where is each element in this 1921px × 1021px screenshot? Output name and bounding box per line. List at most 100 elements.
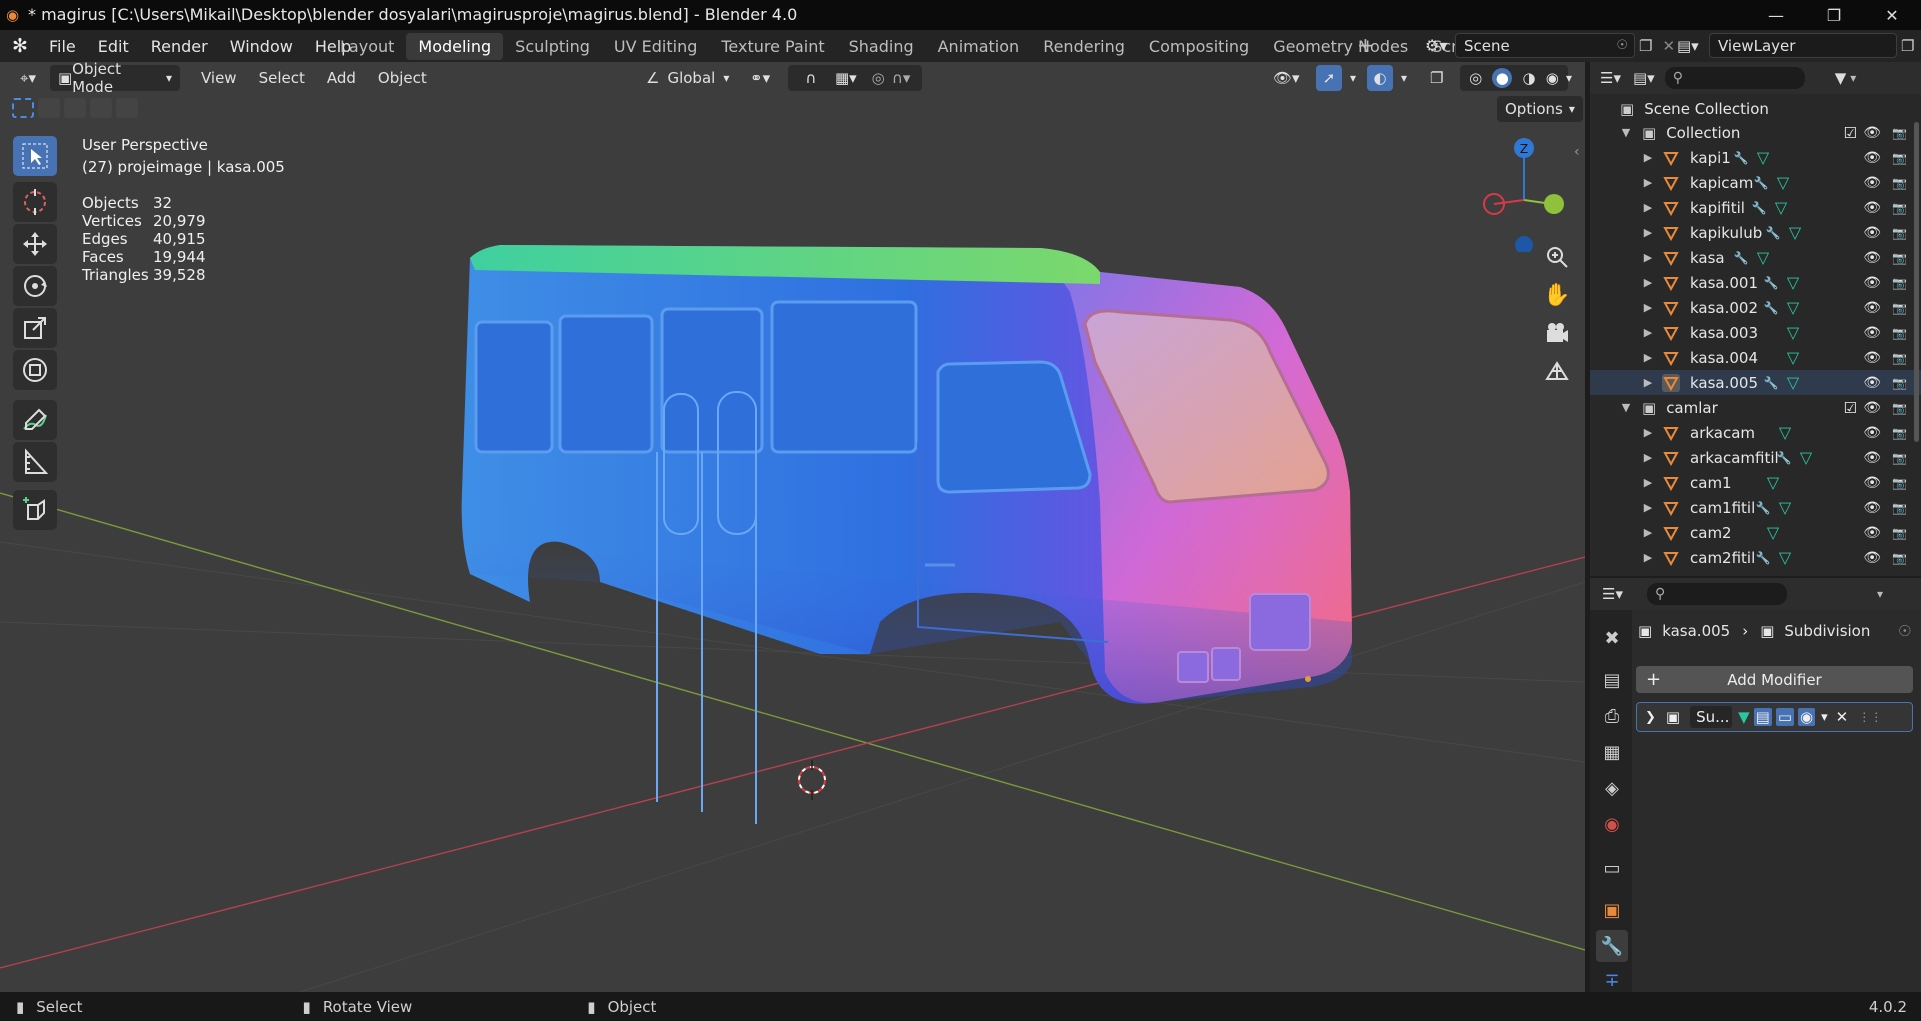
- mode-label[interactable]: Object Mode: [72, 60, 166, 96]
- mesh-data-icon[interactable]: ▽: [1774, 548, 1796, 567]
- tab-modeling[interactable]: Modeling: [406, 32, 504, 60]
- visibility-eye-icon[interactable]: 👁: [1863, 400, 1881, 416]
- restore-icon[interactable]: ❐: [1805, 0, 1863, 30]
- visibility-eye-icon[interactable]: 👁: [1863, 250, 1881, 266]
- outliner-object-row[interactable]: ▶ kasa.004 ▽ 👁 📷: [1590, 345, 1921, 370]
- tab-animation[interactable]: Animation: [926, 33, 1032, 60]
- 3d-cursor[interactable]: [798, 760, 826, 800]
- tool-tab-icon[interactable]: ✖: [1596, 622, 1628, 654]
- expand-triangle-icon[interactable]: ▶: [1642, 176, 1654, 189]
- visibility-eye-icon[interactable]: 👁: [1863, 125, 1881, 141]
- menu-file[interactable]: File: [38, 30, 87, 62]
- outliner-object-row[interactable]: ▶ kapicam 🔧 ▽ 👁 📷: [1590, 170, 1921, 195]
- shading-options-icon[interactable]: ▾: [1558, 65, 1580, 91]
- outliner-object-row[interactable]: ▶ kasa.002 🔧 ▽ 👁 📷: [1590, 295, 1921, 320]
- expand-triangle-icon[interactable]: ▶: [1642, 476, 1654, 489]
- expand-triangle-icon[interactable]: ▶: [1642, 226, 1654, 239]
- options-label[interactable]: Options: [1505, 100, 1563, 118]
- properties-search-input[interactable]: ⚲: [1646, 583, 1787, 605]
- proportional-editing-group[interactable]: ◎ ∩▾: [860, 65, 922, 91]
- visibility-eye-icon[interactable]: 👁: [1863, 300, 1881, 316]
- select-box-tool[interactable]: [13, 136, 57, 176]
- outliner-object-row[interactable]: ▶ kapifitil 🔧 ▽ 👁 📷: [1590, 195, 1921, 220]
- subdivision-modifier-panel[interactable]: ❯ ▣ Su... ▼ ▤ ▭ ◉ ▾ ✕ ⋮⋮: [1636, 702, 1913, 732]
- minimize-icon[interactable]: —: [1747, 0, 1805, 30]
- expand-triangle-icon[interactable]: ▶: [1642, 301, 1654, 314]
- tab-shading[interactable]: Shading: [837, 33, 926, 60]
- mesh-data-icon[interactable]: ▽: [1772, 173, 1794, 192]
- render-tab-icon[interactable]: ▤: [1596, 664, 1628, 696]
- view-layer-name[interactable]: ViewLayer: [1718, 37, 1795, 55]
- expand-triangle-icon[interactable]: ▶: [1642, 501, 1654, 514]
- wrench-icon[interactable]: 🔧: [1752, 551, 1774, 565]
- wrench-icon[interactable]: 🔧: [1730, 251, 1752, 265]
- render-camera-icon[interactable]: 📷: [1892, 276, 1907, 290]
- cursor-tool[interactable]: [13, 182, 57, 222]
- visibility-eye-icon[interactable]: 👁: [1863, 450, 1881, 466]
- render-camera-icon[interactable]: 📷: [1892, 476, 1907, 490]
- mode-dropdown[interactable]: ▣ Object Mode ▾: [49, 60, 180, 96]
- expand-triangle-icon[interactable]: ▶: [1642, 251, 1654, 264]
- visibility-eye-icon[interactable]: 👁: [1863, 375, 1881, 391]
- visibility-eye-icon[interactable]: 👁: [1863, 325, 1881, 341]
- render-camera-icon[interactable]: 📷: [1892, 401, 1907, 415]
- render-camera-icon[interactable]: 📷: [1892, 201, 1907, 215]
- visibility-eye-icon[interactable]: 👁: [1863, 525, 1881, 541]
- chevron-down-icon[interactable]: ▾: [1342, 65, 1364, 91]
- scale-tool[interactable]: [13, 308, 57, 348]
- visibility-dropdown-icon[interactable]: 👁▾: [1265, 65, 1308, 91]
- outliner-object-row[interactable]: ▶ kapi1 🔧 ▽ 👁 📷: [1590, 145, 1921, 170]
- outliner-collection-row[interactable]: ▼ ▣ Collection ☑ 👁 📷: [1590, 120, 1921, 145]
- render-toggle-icon[interactable]: ◉: [1798, 708, 1816, 726]
- outliner-editor-icon[interactable]: ☰▾: [1600, 69, 1621, 87]
- add-workspace-icon[interactable]: +: [1357, 33, 1374, 57]
- new-scene-icon[interactable]: ❐: [1639, 37, 1652, 55]
- pin-icon[interactable]: ☉: [1616, 38, 1628, 53]
- mesh-data-icon[interactable]: ▽: [1774, 423, 1796, 442]
- outliner-collection-row[interactable]: ▼ ▣ camlar ☑ 👁 📷: [1590, 395, 1921, 420]
- transform-orientation-dropdown[interactable]: ∠ Global ▾: [638, 65, 737, 91]
- mesh-data-icon[interactable]: ▽: [1782, 348, 1804, 367]
- blender-menu-icon[interactable]: ✻: [12, 35, 38, 57]
- properties-editor-icon[interactable]: ☰▾: [1602, 585, 1623, 603]
- visibility-eye-icon[interactable]: 👁: [1863, 550, 1881, 566]
- render-camera-icon[interactable]: 📷: [1892, 301, 1907, 315]
- menu-render[interactable]: Render: [140, 30, 219, 62]
- add-cube-tool[interactable]: [13, 490, 57, 530]
- modifier-menu-chevron-icon[interactable]: ▾: [1821, 710, 1828, 725]
- select-new-icon[interactable]: [12, 98, 34, 118]
- select-subtract-icon[interactable]: [64, 98, 86, 118]
- bus-model[interactable]: [461, 245, 1353, 824]
- render-camera-icon[interactable]: 📷: [1892, 176, 1907, 190]
- tab-layout[interactable]: Layout: [328, 33, 406, 60]
- mesh-data-icon[interactable]: ▽: [1782, 298, 1804, 317]
- close-icon[interactable]: ✕: [1863, 0, 1921, 30]
- filter-icon[interactable]: ▼: [1835, 69, 1847, 87]
- select-extend-icon[interactable]: [38, 98, 60, 118]
- snap-increment-icon[interactable]: ▦▾: [835, 69, 857, 87]
- outliner-object-row[interactable]: ▶ cam2 ▽ 👁 📷: [1590, 520, 1921, 545]
- rendered-shading-icon[interactable]: ◉: [1546, 69, 1559, 87]
- tab-geometry-nodes[interactable]: Geometry Nodes: [1261, 33, 1420, 60]
- scene-name[interactable]: Scene: [1464, 37, 1510, 55]
- wrench-icon[interactable]: 🔧: [1760, 301, 1782, 315]
- mesh-data-icon[interactable]: ▽: [1782, 373, 1804, 392]
- chevron-down-icon[interactable]: ▾: [1877, 587, 1883, 601]
- pin-icon[interactable]: ☉: [1898, 622, 1911, 640]
- select-invert-icon[interactable]: [90, 98, 112, 118]
- scene-tab-icon[interactable]: ◈: [1596, 772, 1628, 804]
- mesh-data-icon[interactable]: ▽: [1774, 498, 1796, 517]
- visibility-eye-icon[interactable]: 👁: [1863, 500, 1881, 516]
- mesh-data-icon[interactable]: ▽: [1752, 148, 1774, 167]
- drag-handle-icon[interactable]: ⋮⋮: [1858, 710, 1882, 724]
- wrench-icon[interactable]: 🔧: [1760, 276, 1782, 290]
- expand-triangle-icon[interactable]: ▶: [1642, 151, 1654, 164]
- visibility-eye-icon[interactable]: 👁: [1863, 200, 1881, 216]
- remove-scene-icon[interactable]: ✕: [1662, 37, 1675, 55]
- wrench-icon[interactable]: 🔧: [1750, 176, 1772, 190]
- navigation-gizmo[interactable]: Z: [1480, 132, 1570, 252]
- wrench-icon[interactable]: 🔧: [1752, 501, 1774, 515]
- render-camera-icon[interactable]: 📷: [1892, 351, 1907, 365]
- render-camera-icon[interactable]: 📷: [1892, 151, 1907, 165]
- expand-triangle-icon[interactable]: ▶: [1642, 551, 1654, 564]
